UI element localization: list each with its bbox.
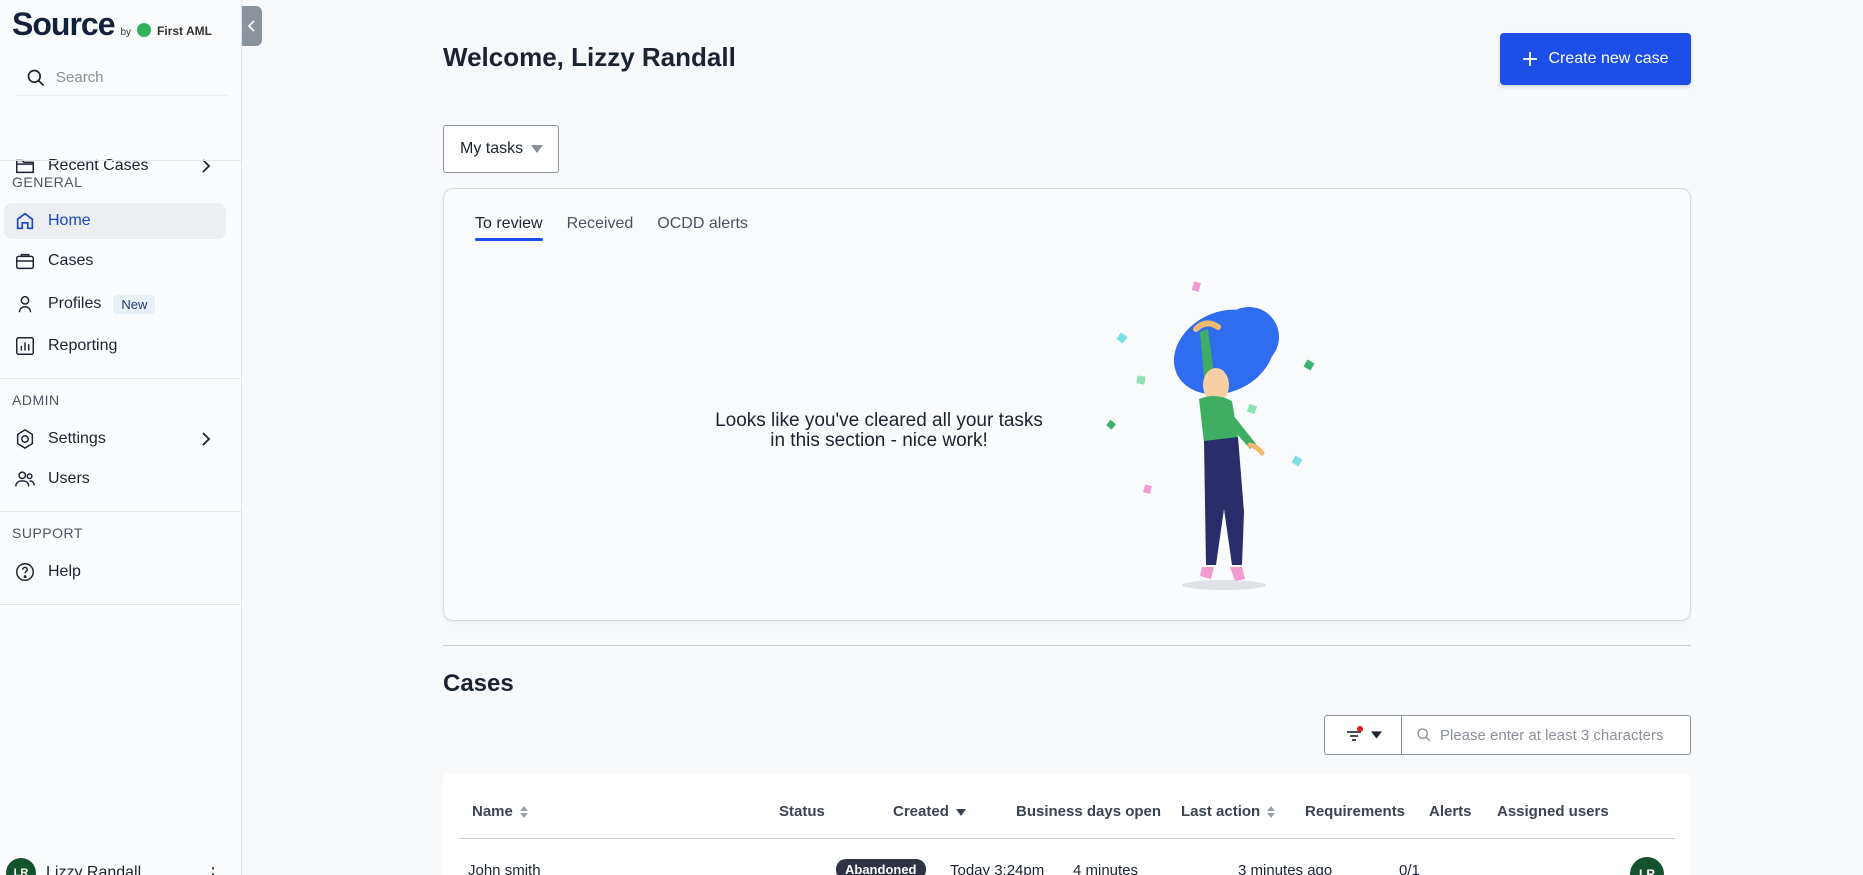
caret-down-icon [531,145,544,153]
column-header-name[interactable]: Name [472,803,529,820]
sidebar-item-profiles[interactable]: Profiles New [4,286,226,322]
section-label-admin: ADMIN [12,392,60,408]
sidebar-item-home[interactable]: Home [4,203,226,239]
user-name: Lizzy Randall [46,864,142,875]
page-title: Welcome, Lizzy Randall [443,42,736,72]
column-header-business-days-open: Business days open [1016,803,1161,820]
section-label-general: GENERAL [12,174,83,190]
brand-name: Source [12,6,115,42]
tasks-panel: To review Received OCDD alerts Looks lik… [443,188,1691,621]
more-options-icon[interactable]: ⋮ [204,864,222,875]
users-icon [15,471,35,487]
column-label: Assigned users [1497,803,1609,820]
created-cell: Today 3:24pm [950,862,1045,875]
tab-ocdd-alerts[interactable]: OCDD alerts [657,215,748,241]
sidebar-item-label: Users [48,470,90,487]
column-label: Status [779,803,825,820]
section-divider [0,604,242,605]
sidebar-item-users[interactable]: Users [4,461,226,497]
task-filter-value: My tasks [460,140,524,157]
section-label-support: SUPPORT [12,525,83,541]
case-search-field[interactable] [1401,715,1691,755]
cases-table: Name Status Created Business days open L… [443,773,1691,875]
task-tabs: To review Received OCDD alerts [475,215,748,241]
avatar: LR [6,858,36,875]
last-action-cell: 3 minutes ago [1238,862,1333,875]
section-divider [0,160,242,161]
sidebar-item-cases[interactable]: Cases [4,243,226,279]
column-label: Business days open [1016,803,1162,820]
tab-to-review[interactable]: To review [475,215,543,241]
sidebar-item-label: Reporting [48,337,118,354]
table-header: Name Status Created Business days open L… [459,773,1675,839]
sidebar-item-label: Profiles [48,295,102,312]
business-days-open-cell: 4 minutes [1073,862,1139,875]
chevron-right-icon [202,432,211,446]
create-new-case-label: Create new case [1548,50,1669,67]
sort-icon [519,805,528,818]
task-filter-dropdown[interactable]: My tasks [443,125,559,173]
column-header-last-action[interactable]: Last action [1181,803,1276,820]
sidebar: Source by First AML Recent Cases GENERAL… [0,0,242,875]
search-input[interactable] [56,69,216,86]
sidebar-search[interactable] [14,60,228,96]
sort-icon [1267,805,1276,818]
column-label: Name [472,803,513,820]
column-header-status: Status [779,803,825,820]
brand-logo[interactable]: Source by First AML [12,6,212,43]
filter-icon [1346,726,1363,741]
new-badge: New [113,294,156,314]
column-label: Created [893,803,949,820]
chart-icon [16,337,34,355]
sidebar-item-reporting[interactable]: Reporting [4,328,226,364]
tab-received[interactable]: Received [567,215,634,241]
search-icon [27,69,45,86]
sidebar-item-settings[interactable]: Settings [4,421,226,457]
empty-state-message: Looks like you've cleared all your tasks… [715,410,1043,451]
sidebar-item-label: Settings [48,430,106,447]
section-divider [0,511,242,512]
column-label: Alerts [1429,803,1472,820]
sidebar-item-label: Home [48,212,91,229]
assigned-user-avatar[interactable]: LR [1630,857,1664,875]
help-icon [16,563,34,581]
case-name-cell[interactable]: John smith [468,862,541,875]
plus-icon [1523,52,1538,66]
column-header-assigned-users: Assigned users [1497,803,1609,820]
column-header-requirements: Requirements [1305,803,1405,820]
case-search-input[interactable] [1440,726,1690,744]
home-icon [16,212,34,230]
celebration-illustration [1106,281,1315,590]
person-icon [18,295,32,313]
filter-button[interactable] [1324,715,1402,755]
briefcase-icon [16,253,34,270]
user-menu[interactable]: LR Lizzy Randall ⋮ [6,858,236,875]
chevron-left-icon [247,20,255,32]
create-new-case-button[interactable]: Create new case [1500,33,1691,85]
requirements-cell: 0/1 [1399,862,1420,875]
status-badge: Abandoned [836,859,926,875]
column-label: Last action [1181,803,1261,820]
collapse-sidebar-button[interactable] [242,6,262,46]
gear-icon [16,428,34,450]
search-icon [1417,728,1431,742]
section-divider [443,645,1691,646]
caret-down-icon [1370,731,1382,739]
sidebar-item-label: Cases [48,252,94,269]
brand-partner: First AML [157,24,212,38]
cases-heading: Cases [443,670,514,697]
column-header-alerts: Alerts [1429,803,1472,820]
column-label: Requirements [1305,803,1406,820]
sidebar-item-help[interactable]: Help [4,554,226,590]
column-header-created[interactable]: Created [893,803,967,820]
sort-descending-icon [955,808,966,816]
sidebar-item-label: Help [48,563,81,580]
section-divider [0,378,242,379]
first-aml-logo-icon [137,23,152,37]
brand-by: by [120,27,132,38]
